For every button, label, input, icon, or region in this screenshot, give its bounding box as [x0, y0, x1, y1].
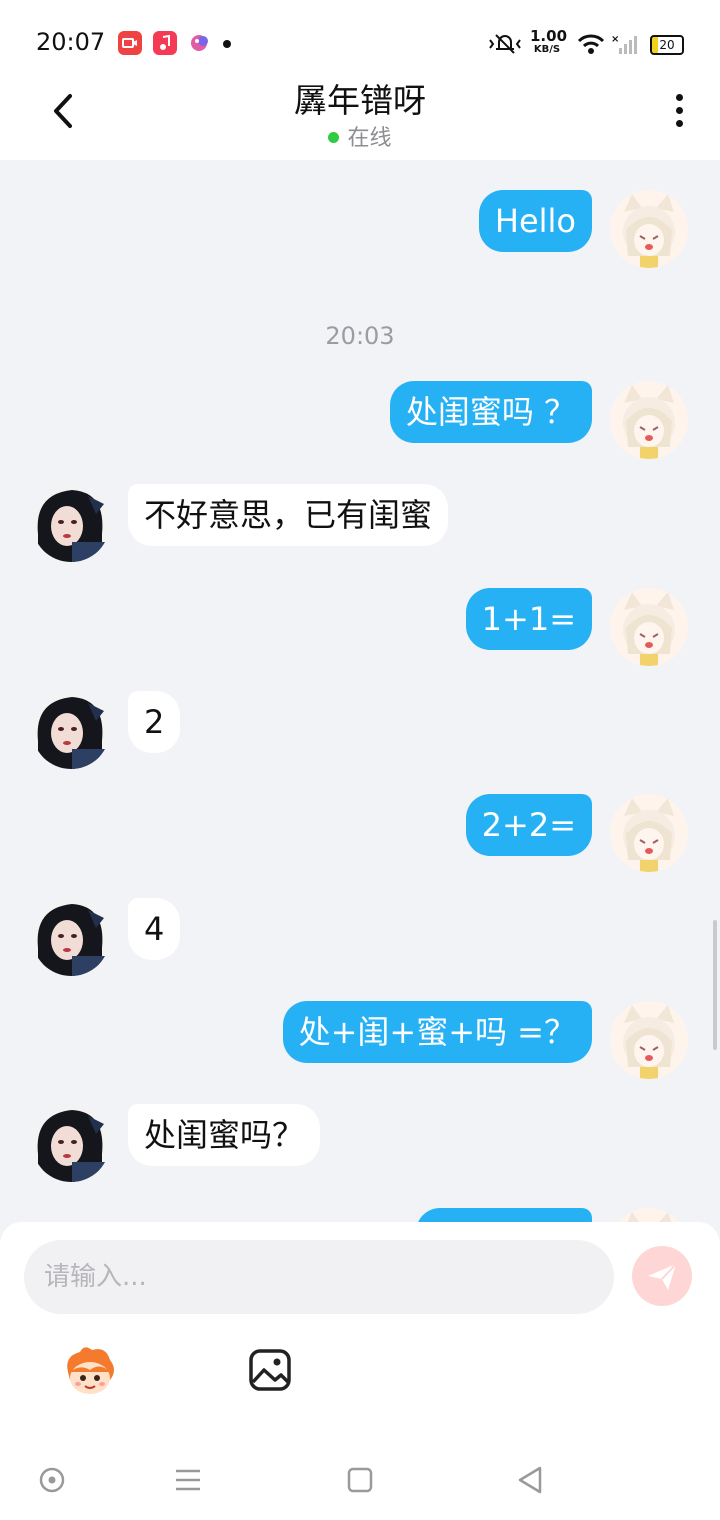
my-avatar[interactable]: [610, 1001, 688, 1079]
mute-icon: [489, 34, 521, 54]
send-icon: [648, 1263, 677, 1290]
more-dot-icon: [675, 94, 683, 101]
message-bubble-other[interactable]: 2: [128, 691, 181, 753]
my-avatar[interactable]: [610, 794, 688, 872]
message-bubble-other[interactable]: 不好意思，已有闺蜜: [128, 484, 449, 546]
contact-avatar[interactable]: [32, 484, 110, 562]
more-dot-icon: [675, 107, 683, 114]
more-options-button[interactable]: [672, 94, 686, 134]
system-navbar: [0, 1440, 720, 1520]
emoji-button[interactable]: [60, 1342, 120, 1402]
menu-nav-icon[interactable]: [168, 1460, 208, 1500]
circle-nav-icon[interactable]: [32, 1460, 72, 1500]
message-input[interactable]: [24, 1240, 614, 1314]
network-speed-unit: KB/S: [533, 44, 561, 55]
contact-avatar[interactable]: [32, 1104, 110, 1182]
more-dot-icon: [675, 120, 683, 127]
message-list[interactable]: Hello 20:03 处闺蜜吗 ？ 不好意思，已有闺蜜 1+1= 2 2+2=: [0, 160, 720, 1224]
image-button[interactable]: [248, 1348, 292, 1392]
wifi-icon: [577, 34, 605, 54]
contact-avatar[interactable]: [32, 691, 110, 769]
mascot-emoji-icon: [67, 1347, 114, 1394]
my-avatar[interactable]: [610, 190, 688, 268]
network-speed: 1.00 KB/S: [530, 27, 568, 56]
message-bubble-me[interactable]: 处闺蜜吗 ？: [389, 381, 592, 443]
online-status: 在线: [0, 120, 720, 152]
status-time: 20:07: [36, 28, 106, 56]
online-dot-icon: [328, 132, 340, 143]
online-status-label: 在线: [347, 126, 392, 151]
message-bubble-other[interactable]: 处闺蜜吗？: [128, 1104, 321, 1166]
timestamp: 20:03: [325, 322, 395, 350]
app-icon: [188, 31, 212, 55]
message-bubble-other[interactable]: 4: [128, 898, 181, 960]
chat-title: 羼年镨呀: [294, 81, 426, 120]
network-speed-value: 1.00: [530, 27, 568, 45]
send-button[interactable]: [632, 1246, 692, 1306]
signal-icon: ×: [611, 34, 637, 54]
message-bubble-me[interactable]: Hello: [478, 190, 592, 252]
svg-text:×: ×: [611, 34, 619, 45]
message-bubble-me[interactable]: 2+2=: [465, 794, 592, 856]
scrollbar[interactable]: [713, 920, 717, 1050]
notification-dot: [223, 40, 231, 48]
screen-record-icon: [118, 31, 142, 55]
contact-avatar[interactable]: [32, 898, 110, 976]
music-icon: [153, 31, 177, 55]
my-avatar[interactable]: [610, 588, 688, 666]
composer-panel: [0, 1222, 720, 1520]
image-icon: [249, 1349, 291, 1391]
message-bubble-me[interactable]: 1+1=: [465, 588, 592, 650]
back-nav-icon[interactable]: [510, 1460, 550, 1500]
my-avatar[interactable]: [610, 381, 688, 459]
message-bubble-me[interactable]: 处+闺+蜜+吗 =？: [282, 1001, 592, 1063]
chat-header: 羼年镨呀 在线: [0, 70, 720, 160]
home-nav-icon[interactable]: [340, 1460, 380, 1500]
battery-icon: 20: [650, 35, 684, 55]
